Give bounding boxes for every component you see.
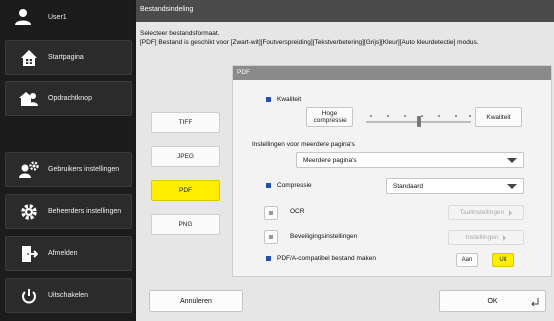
checkbox-indicator xyxy=(269,235,273,239)
format-button-png[interactable]: PNG xyxy=(151,214,220,235)
compression-label: Compressie xyxy=(277,182,312,189)
bullet-icon xyxy=(266,183,271,188)
sidebar: User1 Startpagina Opdrachtknop Gebruiker… xyxy=(0,0,134,321)
instruction-line-1: Selecteer bestandsformaat. xyxy=(140,30,220,37)
compression-value: Standaard xyxy=(393,182,423,190)
multipage-label: Instellingen voor meerdere pagina's xyxy=(252,141,355,148)
cancel-button[interactable]: Annuleren xyxy=(149,290,243,312)
power-icon xyxy=(18,285,40,307)
bullet-icon xyxy=(266,256,271,261)
job-button-icon xyxy=(18,88,40,110)
security-settings-button[interactable]: Instellingen xyxy=(448,230,524,245)
sidebar-item-admin-settings[interactable]: Beheerders instellingen xyxy=(5,194,132,229)
ok-label: OK xyxy=(487,297,498,305)
user-settings-icon xyxy=(18,159,40,181)
multipage-select[interactable]: Meerdere pagina's xyxy=(296,152,524,168)
pdfa-label: PDF/A-compatibel bestand maken xyxy=(277,255,376,262)
multipage-value: Meerdere pagina's xyxy=(303,156,357,164)
user-name: User1 xyxy=(48,13,67,21)
user-icon xyxy=(12,6,34,28)
chevron-down-icon xyxy=(507,158,517,163)
sidebar-item-logout[interactable]: Afmelden xyxy=(5,236,132,271)
sidebar-item-power-off[interactable]: Uitschakelen xyxy=(5,278,132,313)
slider-tick xyxy=(404,115,406,117)
ocr-label: OCR xyxy=(290,208,305,215)
pdf-panel-header: PDF xyxy=(233,66,551,80)
quality-label-row: Kwaliteit xyxy=(266,96,301,103)
format-button-pdf[interactable]: PDF xyxy=(151,180,220,201)
quality-best-button[interactable]: Kwaliteit xyxy=(475,107,522,127)
slider-tick xyxy=(370,115,372,117)
slider-tick xyxy=(455,115,457,117)
slider-tick xyxy=(387,115,389,117)
ok-button[interactable]: OK xyxy=(439,290,546,312)
security-checkbox[interactable] xyxy=(264,230,278,244)
language-settings-label: Taalinstellingen xyxy=(459,209,505,216)
sidebar-item-label: Gebruikers instellingen xyxy=(48,166,120,173)
instruction-text: Selecteer bestandsformaat. [PDF] Bestand… xyxy=(140,30,550,47)
chevron-right-icon xyxy=(509,209,513,216)
quality-label: Kwaliteit xyxy=(277,96,302,103)
main-panel: Bestandsindeling Selecteer bestandsforma… xyxy=(136,0,554,321)
sidebar-item-home[interactable]: Startpagina xyxy=(5,40,132,75)
chevron-right-icon xyxy=(503,234,507,241)
slider-tick xyxy=(469,115,471,117)
chevron-down-icon xyxy=(507,184,517,189)
sidebar-item-label: Beheerders instellingen xyxy=(48,208,122,215)
sidebar-item-label: Uitschakelen xyxy=(48,292,89,299)
compression-label-row: Compressie xyxy=(266,182,312,189)
security-settings-label: Instellingen xyxy=(465,234,499,241)
sidebar-item-user-settings[interactable]: Gebruikers instellingen xyxy=(5,152,132,187)
admin-settings-icon xyxy=(18,201,40,223)
slider-tick xyxy=(438,115,440,117)
sidebar-item-label: Afmelden xyxy=(48,250,78,257)
bullet-icon xyxy=(266,97,271,102)
format-button-jpeg[interactable]: JPEG xyxy=(151,146,220,167)
page-title: Bestandsindeling xyxy=(136,0,554,22)
security-label: Beveiligingsinstellingen xyxy=(290,233,358,240)
user-info: User1 xyxy=(0,0,134,34)
pdfa-off-button[interactable]: Uit xyxy=(492,253,514,267)
slider-tick xyxy=(421,115,423,117)
language-settings-button[interactable]: Taalinstellingen xyxy=(448,205,524,220)
quality-low-label: Hoge compressie xyxy=(313,110,347,124)
pdfa-label-row: PDF/A-compatibel bestand maken xyxy=(266,255,376,262)
quality-slider[interactable] xyxy=(366,115,471,127)
home-icon xyxy=(18,47,40,69)
logout-icon xyxy=(18,243,40,265)
pdfa-on-button[interactable]: Aan xyxy=(456,253,478,267)
format-button-tiff[interactable]: TIFF xyxy=(151,112,220,133)
sidebar-item-job-button[interactable]: Opdrachtknop xyxy=(5,81,132,116)
enter-icon xyxy=(531,298,539,306)
ocr-checkbox[interactable] xyxy=(264,206,278,220)
instruction-line-2: [PDF] Bestand is geschikt voor [Zwart-wi… xyxy=(140,38,479,46)
slider-thumb[interactable] xyxy=(416,116,421,127)
sidebar-item-label: Startpagina xyxy=(48,54,84,61)
quality-high-compression-button[interactable]: Hoge compressie xyxy=(306,107,353,127)
checkbox-indicator xyxy=(269,211,273,215)
sidebar-item-label: Opdrachtknop xyxy=(48,95,92,102)
compression-select[interactable]: Standaard xyxy=(386,178,524,194)
